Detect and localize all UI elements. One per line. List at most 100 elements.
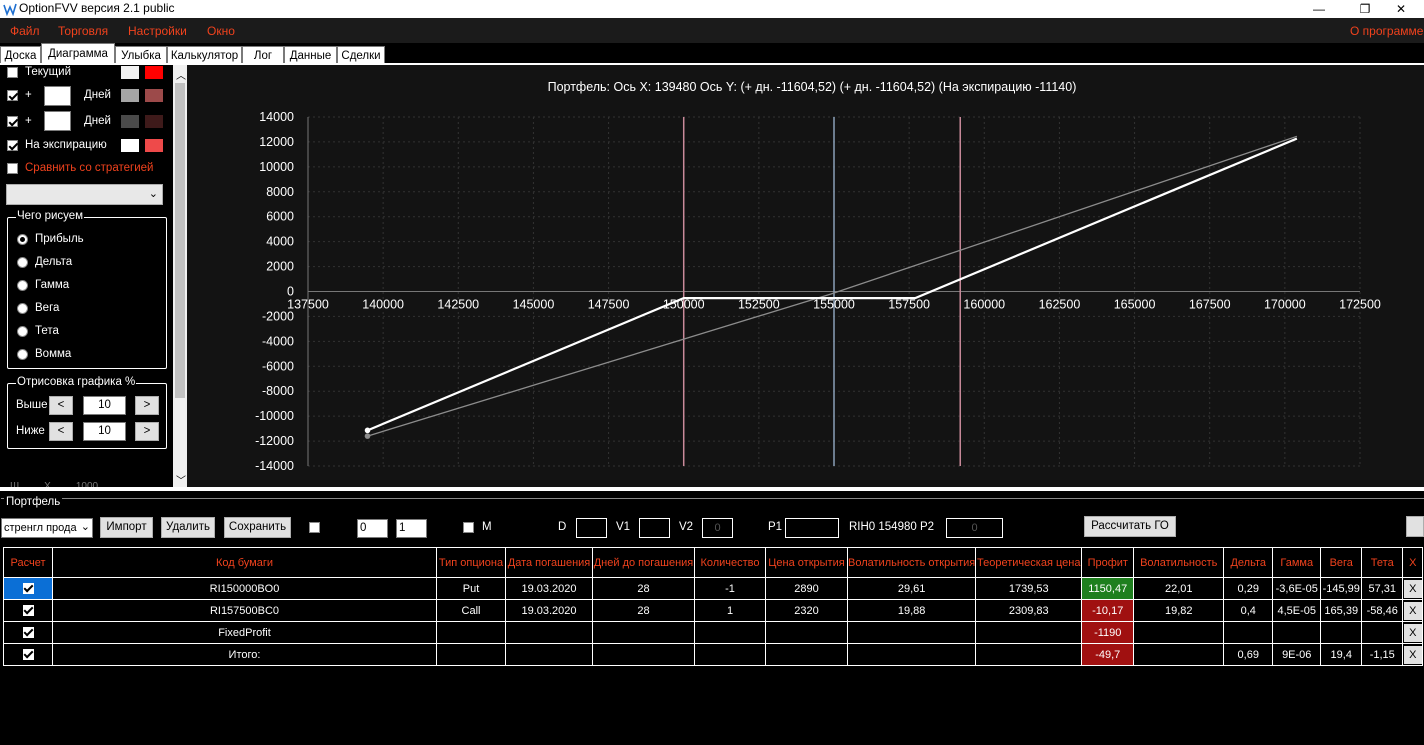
profit-chart[interactable]: Портфель: Ось X: 139480 Ось Y: (+ дн. -1… bbox=[187, 65, 1424, 487]
table-cell[interactable]: 19,4 bbox=[1320, 643, 1363, 666]
scroll-thumb[interactable] bbox=[175, 83, 185, 398]
days2-color-2[interactable] bbox=[145, 115, 163, 128]
spin-input-1[interactable]: 0 bbox=[357, 519, 388, 538]
table-cell[interactable]: Итого: bbox=[52, 643, 437, 666]
v1-input[interactable] bbox=[639, 518, 670, 538]
table-cell[interactable]: 0,4 bbox=[1223, 599, 1274, 622]
column-header[interactable]: Волатильность bbox=[1133, 547, 1225, 578]
extra-button[interactable] bbox=[1406, 516, 1424, 537]
table-cell[interactable] bbox=[1223, 621, 1274, 644]
v2-input[interactable]: 0 bbox=[702, 518, 733, 538]
table-cell[interactable]: -145,99 bbox=[1320, 577, 1363, 600]
below-decrease-button[interactable]: < bbox=[49, 422, 73, 441]
table-cell[interactable] bbox=[1133, 643, 1225, 666]
remove-row-cell[interactable]: X bbox=[1402, 621, 1424, 644]
column-header[interactable]: Волатильность открытия bbox=[846, 547, 977, 578]
radio-profit[interactable] bbox=[17, 234, 28, 245]
table-cell[interactable]: 2890 bbox=[765, 577, 848, 600]
remove-row-cell[interactable]: X bbox=[1402, 643, 1424, 666]
above-input[interactable]: 10 bbox=[83, 396, 126, 415]
expiry-color-1[interactable] bbox=[121, 139, 139, 152]
table-cell[interactable]: -1 bbox=[694, 577, 766, 600]
delete-button[interactable]: Удалить bbox=[161, 517, 215, 538]
table-cell[interactable] bbox=[505, 621, 593, 644]
column-header[interactable]: Код бумаги bbox=[52, 547, 437, 578]
table-cell[interactable]: -10,17 bbox=[1081, 599, 1135, 622]
table-cell[interactable] bbox=[1272, 621, 1322, 644]
menu-settings[interactable]: Настройки bbox=[128, 24, 187, 38]
remove-row-cell[interactable]: X bbox=[1402, 577, 1424, 600]
column-header[interactable]: Цена открытия bbox=[765, 547, 848, 578]
table-cell[interactable]: FixedProfit bbox=[52, 621, 437, 644]
column-header[interactable]: Расчет bbox=[3, 547, 53, 578]
strategy-dropdown[interactable]: ⌄ bbox=[6, 184, 163, 205]
table-cell[interactable]: -1190 bbox=[1081, 621, 1135, 644]
scroll-up-icon[interactable]: ︿ bbox=[176, 67, 186, 82]
table-cell[interactable]: 9E-06 bbox=[1272, 643, 1322, 666]
remove-row-button[interactable]: X bbox=[1403, 579, 1422, 598]
table-cell[interactable]: 29,61 bbox=[846, 577, 977, 600]
p1-input[interactable] bbox=[785, 518, 839, 538]
radio-vega[interactable] bbox=[17, 303, 28, 314]
table-row[interactable]: Итого: -49,7 0,69 9E-06 19,4 -1,15 X bbox=[3, 643, 1424, 666]
calc-checkbox-cell[interactable] bbox=[3, 621, 53, 644]
table-cell[interactable]: 2309,83 bbox=[975, 599, 1083, 622]
table-cell[interactable]: 0,29 bbox=[1223, 577, 1274, 600]
plus-days-checkbox-1[interactable] bbox=[7, 90, 18, 101]
table-cell[interactable] bbox=[1361, 621, 1404, 644]
calc-checkbox[interactable] bbox=[22, 649, 34, 661]
table-cell[interactable]: 28 bbox=[592, 599, 695, 622]
table-cell[interactable]: -1,15 bbox=[1361, 643, 1404, 666]
table-cell[interactable] bbox=[765, 621, 848, 644]
table-cell[interactable]: -3,6E-05 bbox=[1272, 577, 1322, 600]
table-cell[interactable] bbox=[694, 621, 766, 644]
column-header[interactable]: Дельта bbox=[1223, 547, 1274, 578]
p2-input[interactable]: 0 bbox=[946, 518, 1003, 538]
column-header[interactable]: Тип опциона bbox=[436, 547, 506, 578]
table-cell[interactable] bbox=[505, 643, 593, 666]
table-cell[interactable] bbox=[436, 621, 506, 644]
menu-file[interactable]: Файл bbox=[10, 24, 40, 38]
calc-checkbox[interactable] bbox=[22, 627, 34, 639]
table-cell[interactable]: 2320 bbox=[765, 599, 848, 622]
table-cell[interactable] bbox=[436, 643, 506, 666]
close-button[interactable]: ✕ bbox=[1378, 0, 1424, 18]
remove-row-button[interactable]: X bbox=[1403, 645, 1422, 664]
radio-theta[interactable] bbox=[17, 326, 28, 337]
expiry-checkbox[interactable] bbox=[7, 140, 18, 151]
table-cell[interactable]: -58,46 bbox=[1361, 599, 1404, 622]
plus-days-checkbox-2[interactable] bbox=[7, 116, 18, 127]
portfolio-option-checkbox[interactable] bbox=[309, 522, 320, 533]
table-cell[interactable]: 57,31 bbox=[1361, 577, 1404, 600]
current-color-1[interactable] bbox=[121, 66, 139, 79]
column-header[interactable]: Гамма bbox=[1272, 547, 1322, 578]
column-header[interactable]: Вега bbox=[1320, 547, 1363, 578]
above-increase-button[interactable]: > bbox=[135, 396, 159, 415]
column-header[interactable]: Дата погашения bbox=[505, 547, 593, 578]
scroll-down-icon[interactable]: ﹀ bbox=[176, 472, 186, 487]
table-cell[interactable] bbox=[975, 621, 1083, 644]
table-cell[interactable]: 28 bbox=[592, 577, 695, 600]
days-input-1[interactable] bbox=[44, 86, 71, 106]
tab-diagram[interactable]: Диаграмма bbox=[41, 43, 115, 65]
table-cell[interactable]: 1739,53 bbox=[975, 577, 1083, 600]
table-cell[interactable]: 19.03.2020 bbox=[505, 599, 593, 622]
table-cell[interactable]: 165,39 bbox=[1320, 599, 1363, 622]
table-cell[interactable]: 0,69 bbox=[1223, 643, 1274, 666]
radio-delta[interactable] bbox=[17, 257, 28, 268]
menu-window[interactable]: Окно bbox=[207, 24, 235, 38]
table-cell[interactable]: 19.03.2020 bbox=[505, 577, 593, 600]
column-header[interactable]: Профит bbox=[1081, 547, 1135, 578]
calc-checkbox-cell[interactable] bbox=[3, 599, 53, 622]
table-cell[interactable]: 22,01 bbox=[1133, 577, 1225, 600]
table-cell[interactable]: 19,82 bbox=[1133, 599, 1225, 622]
table-row[interactable]: RI150000BO0 Put 19.03.2020 28 -1 2890 29,61 173… bbox=[3, 577, 1424, 600]
calc-go-button[interactable]: Рассчитать ГО bbox=[1084, 516, 1176, 537]
radio-gamma[interactable] bbox=[17, 280, 28, 291]
table-cell[interactable]: 1 bbox=[694, 599, 766, 622]
spin-input-2[interactable]: 1 bbox=[396, 519, 427, 538]
days1-color-1[interactable] bbox=[121, 89, 139, 102]
table-cell[interactable]: Call bbox=[436, 599, 506, 622]
compare-checkbox[interactable] bbox=[7, 163, 18, 174]
minimize-button[interactable]: — bbox=[1296, 0, 1342, 18]
